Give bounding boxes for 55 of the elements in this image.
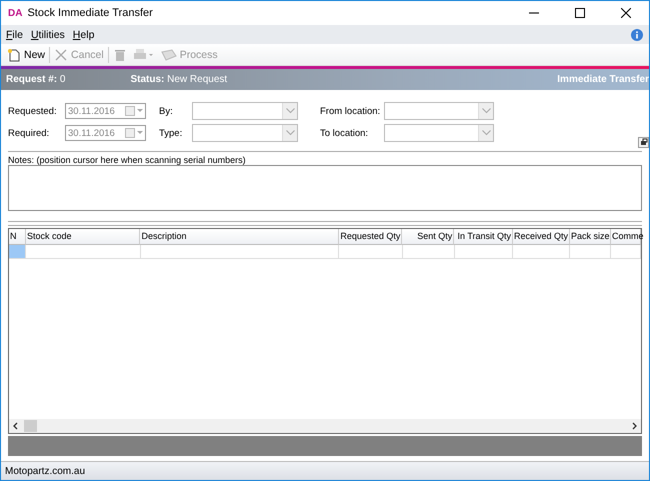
field-label: Required: (8, 128, 50, 138)
menu-item[interactable]: Utilities (30, 28, 65, 40)
column-header[interactable]: In Transit Qty (454, 229, 513, 245)
table-cell[interactable] (454, 245, 514, 259)
field-label: To location: (320, 128, 370, 138)
table-cell[interactable] (26, 245, 141, 259)
status-text: Motopartz.com.au (5, 466, 86, 476)
status-text: Status: New Request (130, 74, 228, 85)
new-button[interactable]: New (4, 44, 48, 64)
new-document-icon (7, 48, 21, 62)
request-number: Request #: 0 (6, 74, 66, 85)
cross-icon (54, 48, 68, 62)
chevron-down-icon (286, 108, 294, 114)
dropdown-field[interactable] (192, 124, 298, 142)
menu-item[interactable]: Help (72, 28, 94, 40)
table-cell[interactable] (338, 245, 403, 259)
field-label: Requested: (8, 106, 58, 116)
field-label: From location: (320, 106, 382, 116)
maximize-icon (575, 8, 585, 18)
dropdown-field[interactable] (384, 124, 494, 142)
notes-field[interactable] (8, 165, 642, 211)
row-indicator[interactable] (9, 245, 26, 259)
column-header[interactable]: N (9, 229, 26, 245)
field-label: Type: (159, 128, 184, 138)
table-cell[interactable] (140, 245, 339, 259)
column-header[interactable]: Pack size (570, 229, 611, 245)
printer-icon (132, 48, 155, 62)
column-header[interactable]: Received Qty (513, 229, 570, 245)
field-label: By: (159, 106, 174, 116)
trash-icon (112, 48, 127, 62)
column-header[interactable]: Sent Qty (402, 229, 454, 245)
calendar-icon (125, 106, 143, 116)
calendar-icon (125, 128, 143, 138)
window-title: Stock Immediate Transfer (27, 7, 153, 19)
scrollbar-thumb[interactable] (24, 420, 37, 432)
chevron-down-icon (482, 130, 490, 136)
detach-icon[interactable] (638, 137, 649, 148)
table-cell[interactable] (402, 245, 455, 259)
column-header[interactable]: Requested Qty (338, 229, 402, 245)
app-logo: DA (8, 8, 22, 18)
table-cell[interactable] (611, 245, 642, 259)
column-header[interactable]: Description (140, 229, 339, 245)
dropdown-field[interactable] (192, 102, 298, 120)
chevron-down-icon (286, 130, 294, 136)
dropdown-field[interactable] (384, 102, 494, 120)
mode-title: Immediate Transfer (557, 74, 649, 85)
table-cell[interactable] (513, 245, 570, 259)
chevron-down-icon (482, 108, 490, 114)
notes-label: Notes: (position cursor here when scanning serial numbers) (8, 155, 247, 165)
process-icon (160, 48, 177, 62)
info-icon[interactable] (631, 28, 643, 40)
menu-item[interactable]: File (6, 28, 23, 40)
table-cell[interactable] (570, 245, 612, 259)
column-header[interactable]: Stock code (26, 229, 140, 245)
close-icon (621, 8, 631, 18)
